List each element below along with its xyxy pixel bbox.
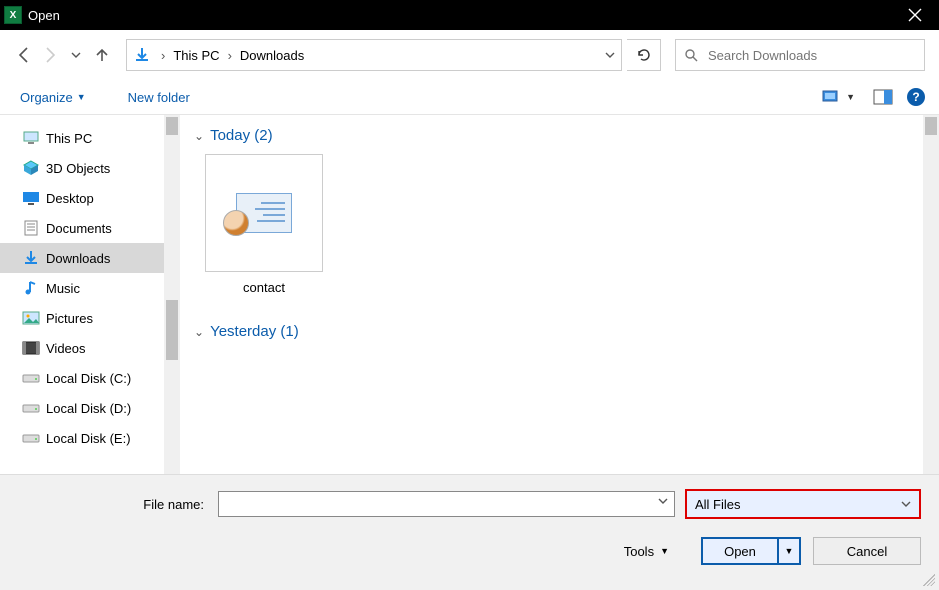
tree-item-label: Local Disk (E:) [46, 431, 131, 446]
breadcrumb-downloads[interactable]: Downloads [236, 48, 308, 63]
desktop-icon [22, 189, 40, 207]
chevron-down-icon: ▼ [846, 92, 855, 102]
cancel-button[interactable]: Cancel [813, 537, 921, 565]
search-input[interactable] [706, 47, 916, 64]
tree-item-label: Music [46, 281, 80, 296]
file-list: ⌄ Today (2) contact ⌄ Yesterday (1) [180, 115, 939, 474]
chevron-right-icon[interactable]: › [224, 48, 236, 63]
open-button-label: Open [703, 539, 777, 563]
tools-label: Tools [624, 544, 654, 559]
group-yesterday-label: Yesterday (1) [210, 323, 299, 340]
pictures-icon [22, 309, 40, 327]
new-folder-button[interactable]: New folder [122, 86, 196, 109]
body: This PC 3D Objects Desktop Documents Downloa… [0, 114, 939, 474]
music-icon [22, 279, 40, 297]
organize-label: Organize [20, 90, 73, 105]
open-button[interactable]: Open ▼ [701, 537, 801, 565]
resize-grip[interactable] [923, 574, 935, 586]
cancel-label: Cancel [847, 544, 887, 559]
tree-item-local-disk-d-[interactable]: Local Disk (D:) [0, 393, 180, 423]
footer: File name: All Files Tools ▼ Open ▼ Canc… [0, 474, 939, 590]
tree-item-label: 3D Objects [46, 161, 110, 176]
main-scrollbar[interactable] [923, 115, 939, 474]
disk-icon [22, 369, 40, 387]
file-label: contact [243, 280, 285, 295]
cube-icon [22, 159, 40, 177]
close-icon[interactable] [895, 0, 935, 30]
tree-item-label: Documents [46, 221, 112, 236]
chevron-down-icon: ⌄ [194, 325, 204, 339]
tree-item-videos[interactable]: Videos [0, 333, 180, 363]
breadcrumb-this-pc[interactable]: This PC [169, 48, 223, 63]
tree-item-local-disk-e-[interactable]: Local Disk (E:) [0, 423, 180, 453]
excel-icon: X [4, 6, 22, 24]
refresh-button[interactable] [627, 39, 661, 71]
navbar: › This PC › Downloads [0, 30, 939, 80]
toolbar: Organize ▼ New folder ▼ ? [0, 80, 939, 114]
new-folder-label: New folder [128, 90, 190, 105]
tree-item-local-disk-c-[interactable]: Local Disk (C:) [0, 363, 180, 393]
back-button[interactable] [14, 45, 34, 65]
tree-item-label: Videos [46, 341, 86, 356]
view-mode-button[interactable]: ▼ [818, 87, 859, 107]
chevron-down-icon: ▼ [77, 92, 86, 102]
download-folder-icon [131, 44, 153, 66]
videos-icon [22, 339, 40, 357]
tree-item-label: This PC [46, 131, 92, 146]
address-bar[interactable]: › This PC › Downloads [126, 39, 622, 71]
window-title: Open [28, 8, 60, 23]
file-thumbnail [205, 154, 323, 272]
titlebar: X Open [0, 0, 939, 30]
chevron-down-icon [901, 499, 911, 509]
up-button[interactable] [92, 45, 112, 65]
chevron-right-icon[interactable]: › [157, 48, 169, 63]
group-today[interactable]: ⌄ Today (2) [194, 127, 925, 144]
tree-item-downloads[interactable]: Downloads [0, 243, 180, 273]
nav-tree: This PC 3D Objects Desktop Documents Downloa… [0, 115, 180, 474]
file-item-contact[interactable]: contact [204, 154, 324, 295]
disk-icon [22, 399, 40, 417]
chevron-down-icon: ▼ [785, 546, 794, 556]
doc-icon [22, 219, 40, 237]
disk-icon [22, 429, 40, 447]
tree-item-documents[interactable]: Documents [0, 213, 180, 243]
search-box[interactable] [675, 39, 925, 71]
search-icon [684, 48, 698, 62]
download-icon [22, 249, 40, 267]
tree-item-label: Pictures [46, 311, 93, 326]
preview-pane-button[interactable] [869, 87, 897, 107]
group-today-label: Today (2) [210, 127, 273, 144]
organize-menu[interactable]: Organize ▼ [14, 86, 92, 109]
open-split-button[interactable]: ▼ [777, 539, 799, 563]
file-type-filter[interactable]: All Files [685, 489, 921, 519]
help-icon[interactable]: ? [907, 88, 925, 106]
tree-item-pictures[interactable]: Pictures [0, 303, 180, 333]
filename-label: File name: [18, 497, 208, 512]
chevron-down-icon: ⌄ [194, 129, 204, 143]
tree-item-label: Desktop [46, 191, 94, 206]
group-yesterday[interactable]: ⌄ Yesterday (1) [194, 323, 925, 340]
chevron-down-icon: ▼ [660, 546, 669, 556]
tree-item-this-pc[interactable]: This PC [0, 123, 180, 153]
tree-item-label: Downloads [46, 251, 110, 266]
tree-item-3d-objects[interactable]: 3D Objects [0, 153, 180, 183]
pc-icon [22, 129, 40, 147]
tree-item-label: Local Disk (D:) [46, 401, 131, 416]
tools-menu[interactable]: Tools ▼ [624, 544, 669, 559]
contact-card-icon [236, 193, 292, 233]
recent-locations-button[interactable] [66, 45, 86, 65]
chevron-down-icon[interactable] [605, 50, 615, 60]
tree-item-label: Local Disk (C:) [46, 371, 131, 386]
tree-item-desktop[interactable]: Desktop [0, 183, 180, 213]
filename-input[interactable] [218, 491, 675, 517]
tree-scrollbar[interactable] [164, 115, 180, 474]
forward-button[interactable] [40, 45, 60, 65]
tree-item-music[interactable]: Music [0, 273, 180, 303]
chevron-down-icon[interactable] [658, 496, 668, 506]
filter-label: All Files [695, 497, 741, 512]
